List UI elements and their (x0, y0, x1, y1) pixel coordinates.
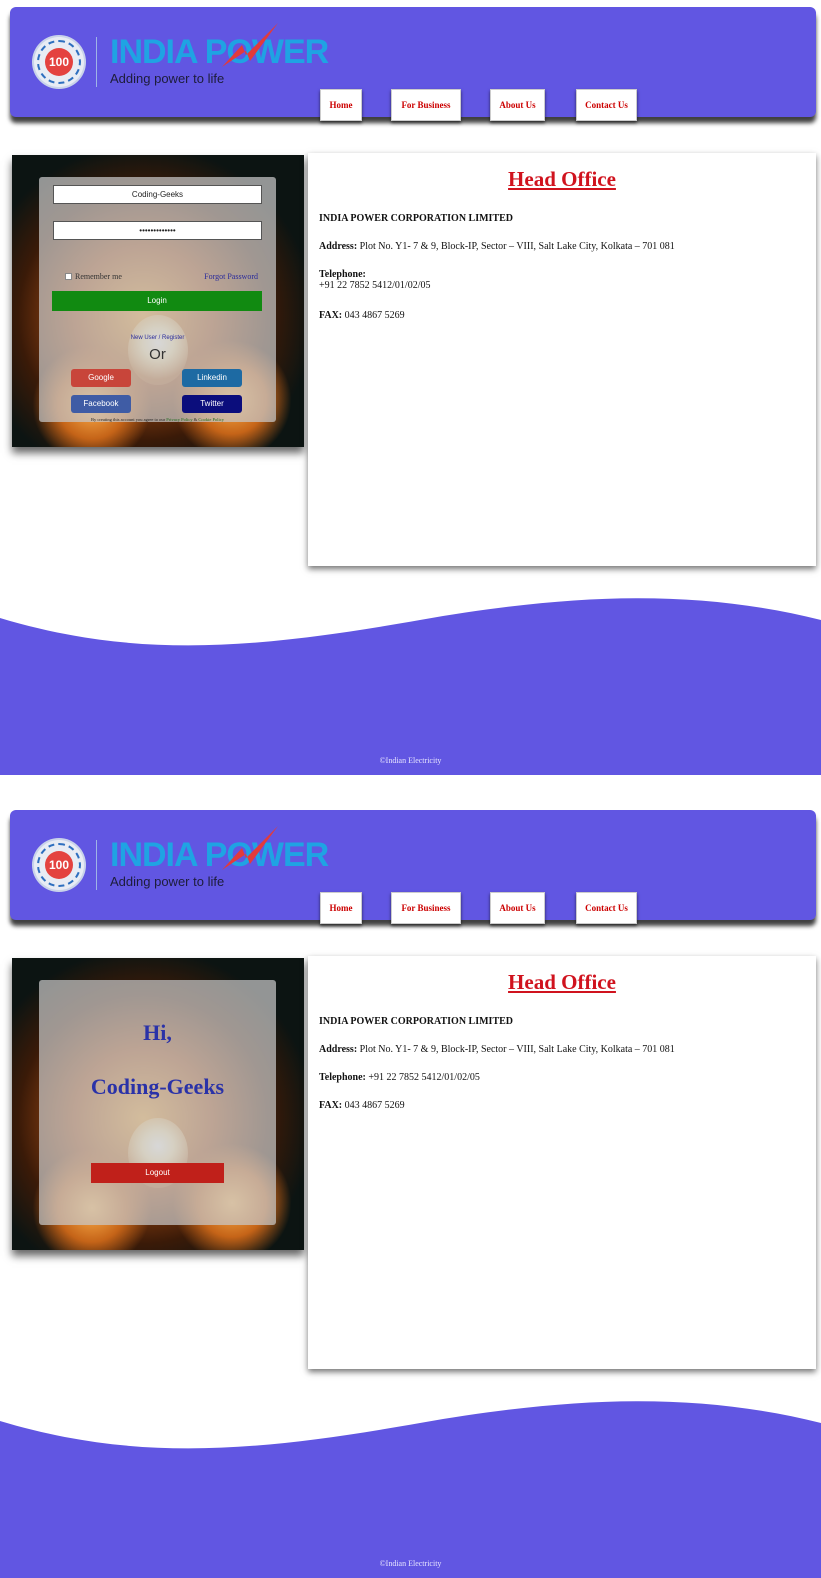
login-card: Coding-Geeks ••••••••••••• Remember me F… (12, 155, 304, 447)
office-fax: FAX: 043 4867 5269 (319, 310, 405, 321)
address-value: Plot No. Y1- 7 & 9, Block-IP, Sector – V… (357, 241, 675, 252)
head-office-card: Head Office INDIA POWER CORPORATION LIMI… (308, 956, 816, 1369)
greeting-hi: Hi, (143, 1020, 172, 1045)
lightning-bolt-icon (222, 23, 278, 67)
cookie-policy-link[interactable]: Cookie Policy (198, 417, 224, 422)
privacy-policy-link[interactable]: Privacy Policy (166, 417, 192, 422)
head-office-card: Head Office INDIA POWER CORPORATION LIMI… (308, 153, 816, 566)
screen-login: 100 INDIA POWER Adding power to life Hom… (0, 0, 821, 775)
greeting-username: Coding-Geeks (90, 1074, 225, 1099)
login-button[interactable]: Login (52, 291, 262, 311)
office-telephone: Telephone: +91 22 7852 5412/01/02/05 (319, 1072, 480, 1083)
logout-button[interactable]: Logout (91, 1163, 224, 1183)
site-header: 100 INDIA POWER Adding power to life Hom… (10, 810, 816, 924)
footer-copyright: ©Indian Electricity (379, 756, 442, 765)
welcome-panel: Hi, Coding-Geeks Logout (39, 980, 276, 1225)
google-button[interactable]: Google (71, 369, 131, 387)
nav-home-button[interactable]: Home (320, 892, 362, 924)
nav-home-button[interactable]: Home (320, 89, 362, 121)
password-input[interactable]: ••••••••••••• (53, 221, 262, 240)
remember-me-checkbox[interactable] (65, 273, 72, 280)
screens-gap (0, 775, 821, 803)
footer-wave (0, 1401, 821, 1578)
office-address: Address: Plot No. Y1- 7 & 9, Block-IP, S… (319, 241, 675, 252)
address-value: Plot No. Y1- 7 & 9, Block-IP, Sector – V… (357, 1044, 675, 1055)
telephone-value: +91 22 7852 5412/01/02/05 (319, 280, 431, 291)
nav-about-button[interactable]: About Us (490, 892, 545, 924)
fax-value: 043 4867 5269 (342, 1100, 405, 1111)
nav-business-button[interactable]: For Business (391, 892, 461, 924)
brand-tagline: Adding power to life (110, 71, 225, 86)
logo-divider (96, 37, 97, 87)
office-title: Head Office (508, 167, 616, 191)
centenary-seal-logo: 100 (34, 840, 84, 890)
address-label: Address: (319, 241, 358, 252)
telephone-value: +91 22 7852 5412/01/02/05 (368, 1072, 480, 1083)
screen-logged-in: 100 INDIA POWER Adding power to life Hom… (0, 803, 821, 1578)
brand-tagline: Adding power to life (110, 874, 225, 889)
fax-value: 043 4867 5269 (342, 310, 405, 321)
login-form-panel: Coding-Geeks ••••••••••••• Remember me F… (39, 177, 276, 422)
or-separator: Or (149, 346, 166, 363)
terms-text: By creating this account you agree to ou… (39, 417, 276, 422)
username-input[interactable]: Coding-Geeks (53, 185, 262, 204)
fax-label: FAX: (319, 1100, 343, 1111)
remember-me-label: Remember me (75, 272, 122, 281)
logo-divider (96, 840, 97, 890)
register-link[interactable]: New User / Register (39, 335, 276, 341)
office-fax: FAX: 043 4867 5269 (319, 1100, 405, 1111)
centenary-seal-logo: 100 (34, 37, 84, 87)
twitter-button[interactable]: Twitter (182, 395, 242, 413)
site-header: 100 INDIA POWER Adding power to life Hom… (10, 7, 816, 121)
lightning-bolt-icon (222, 826, 278, 870)
linkedin-button[interactable]: Linkedin (182, 369, 242, 387)
nav-about-button[interactable]: About Us (490, 89, 545, 121)
forgot-password-link[interactable]: Forgot Password (204, 272, 258, 281)
nav-contact-button[interactable]: Contact Us (576, 892, 637, 924)
facebook-button[interactable]: Facebook (71, 395, 131, 413)
nav-contact-button[interactable]: Contact Us (576, 89, 637, 121)
office-title: Head Office (508, 970, 616, 994)
footer-wave (0, 598, 821, 775)
company-name: INDIA POWER CORPORATION LIMITED (319, 1016, 513, 1027)
office-address: Address: Plot No. Y1- 7 & 9, Block-IP, S… (319, 1044, 675, 1055)
welcome-card: Hi, Coding-Geeks Logout (12, 958, 304, 1250)
telephone-label: Telephone: (319, 269, 366, 280)
telephone-label: Telephone: (319, 1072, 366, 1083)
seal-number: 100 (45, 851, 73, 879)
address-label: Address: (319, 1044, 358, 1055)
remember-me[interactable]: Remember me (65, 272, 122, 281)
office-telephone: Telephone: +91 22 7852 5412/01/02/05 (319, 269, 430, 291)
company-name: INDIA POWER CORPORATION LIMITED (319, 213, 513, 224)
seal-number: 100 (45, 48, 73, 76)
terms-prefix: By creating this account you agree to ou… (91, 417, 167, 422)
nav-business-button[interactable]: For Business (391, 89, 461, 121)
fax-label: FAX: (319, 310, 343, 321)
